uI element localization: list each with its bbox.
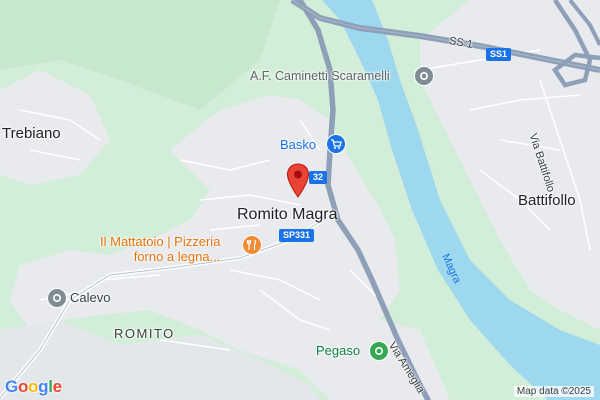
road-shield-ss1: SS1: [486, 48, 512, 61]
place-label-calevo[interactable]: Calevo: [70, 290, 110, 305]
place-label-romito-magra[interactable]: Romito Magra: [237, 206, 337, 224]
poi-label-caminetti[interactable]: A.F. Caminetti Scaramelli: [250, 69, 390, 83]
google-logo-letter: o: [28, 377, 39, 396]
place-label-trebiano[interactable]: Trebiano: [2, 125, 61, 142]
shopping-cart-icon[interactable]: [326, 134, 346, 154]
google-logo: Google: [5, 377, 62, 397]
google-logo-letter: G: [5, 377, 18, 396]
road-shield-sp332: 32: [309, 171, 328, 184]
google-logo-letter: e: [52, 377, 62, 396]
generic-place-icon-calevo[interactable]: [47, 288, 67, 308]
place-label-battifollo[interactable]: Battifollo: [518, 192, 576, 209]
map-attribution[interactable]: Map data ©2025: [513, 386, 594, 397]
location-pin-icon[interactable]: [286, 163, 310, 199]
fork-knife-icon[interactable]: [242, 235, 262, 255]
poi-label-mattatoio[interactable]: Il Mattatoio | Pizzeria forno a legna...: [100, 234, 220, 264]
generic-place-icon[interactable]: [414, 66, 434, 86]
google-logo-letter: o: [17, 377, 29, 396]
google-logo-letter: g: [38, 377, 49, 396]
road-shield-sp331: SP331: [279, 229, 315, 242]
poi-label-mattatoio-line1: Il Mattatoio | Pizzeria: [100, 234, 221, 249]
poi-label-mattatoio-line2: forno a legna...: [133, 249, 221, 264]
leaf-place-icon[interactable]: [369, 341, 389, 361]
map-view[interactable]: Trebiano Romito Magra Battifollo ROMITO …: [0, 0, 600, 400]
district-label-romito: ROMITO: [114, 326, 175, 341]
poi-label-pegaso[interactable]: Pegaso: [316, 343, 360, 358]
poi-label-basko[interactable]: Basko: [280, 137, 316, 152]
